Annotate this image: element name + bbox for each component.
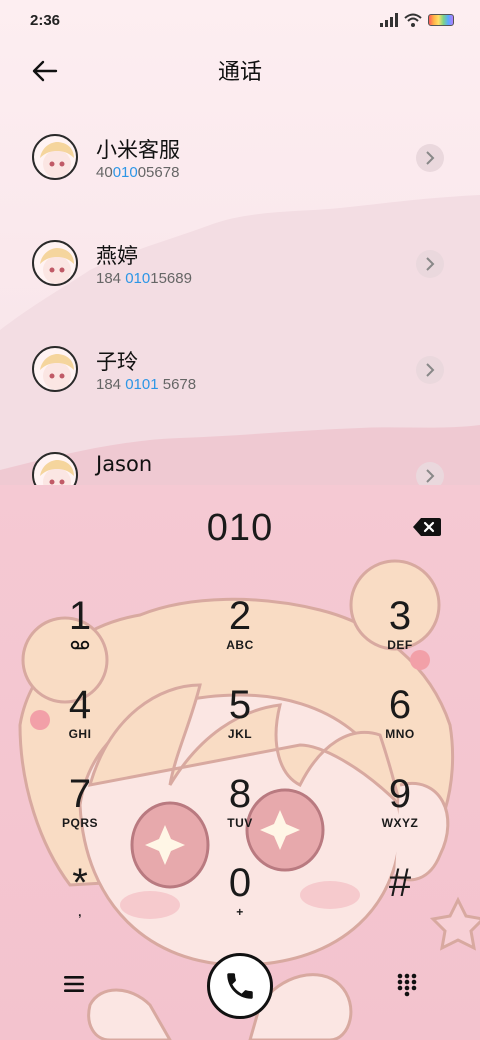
hamburger-menu-icon	[64, 976, 84, 992]
avatar	[32, 240, 78, 286]
dialed-number: 010	[206, 506, 274, 549]
dial-key-4[interactable]: 4 GHI	[20, 683, 140, 763]
contact-row[interactable]: 燕婷 184 01015689	[0, 210, 480, 316]
key-letters: WXYZ	[381, 816, 419, 830]
contact-detail-button[interactable]	[416, 462, 444, 485]
signal-icon	[380, 13, 398, 27]
contact-number: 184 01015689	[96, 270, 192, 287]
dial-key-2[interactable]: 2 ABC	[180, 594, 300, 674]
key-digit: 3	[388, 594, 412, 638]
key-letters: ABC	[226, 638, 254, 652]
contact-number: 184 0101 5678	[96, 376, 197, 393]
contact-row[interactable]: 子玲 184 0101 5678	[0, 316, 480, 422]
contact-detail-button[interactable]	[416, 250, 444, 278]
key-digit: 0	[228, 861, 252, 905]
dial-key-star[interactable]: * ,	[20, 861, 140, 941]
key-digit: 1	[68, 594, 92, 638]
key-letters: PQRS	[61, 816, 98, 830]
voicemail-icon	[70, 640, 90, 650]
dial-key-1[interactable]: 1	[20, 594, 140, 674]
key-digit: #	[388, 861, 412, 905]
key-letters: JKL	[227, 727, 253, 741]
avatar	[32, 134, 78, 180]
avatar	[32, 452, 78, 485]
page-header: 通话	[0, 44, 480, 96]
key-letters: +	[236, 905, 244, 919]
contact-name: 燕婷	[96, 244, 138, 268]
backspace-icon	[413, 518, 441, 536]
key-digit: 7	[68, 772, 92, 816]
contact-name: 小米客服	[96, 138, 180, 162]
key-digit: *	[72, 861, 88, 905]
dial-key-8[interactable]: 8 TUV	[180, 772, 300, 852]
status-time: 2:36	[30, 11, 61, 29]
dial-key-9[interactable]: 9 WXYZ	[340, 772, 460, 852]
avatar	[32, 346, 78, 392]
menu-button[interactable]	[62, 974, 86, 994]
key-digit: 8	[228, 772, 252, 816]
key-digit: 6	[388, 683, 412, 727]
backspace-button[interactable]	[412, 516, 442, 538]
dial-key-hash[interactable]: #	[340, 861, 460, 941]
wifi-icon	[404, 13, 422, 27]
contact-suggestion-list: 小米客服 4001005678 燕婷 184 01015689 子玲 184 0…	[0, 104, 480, 485]
dial-key-0[interactable]: 0 +	[180, 861, 300, 941]
contact-name: 子玲	[96, 350, 138, 374]
contact-number: 4001005678	[96, 164, 180, 181]
chevron-right-icon	[426, 257, 435, 271]
contact-detail-button[interactable]	[416, 144, 444, 172]
contact-row[interactable]: Jason	[0, 422, 480, 485]
back-button[interactable]	[28, 54, 62, 88]
chevron-right-icon	[426, 151, 435, 165]
key-letters: TUV	[227, 816, 253, 830]
battery-icon	[428, 14, 454, 26]
key-letters: ,	[78, 905, 82, 919]
dial-key-6[interactable]: 6 MNO	[340, 683, 460, 763]
chevron-right-icon	[426, 469, 435, 483]
dial-key-5[interactable]: 5 JKL	[180, 683, 300, 763]
status-icons	[380, 13, 454, 27]
key-letters: MNO	[385, 727, 415, 741]
dial-number-display: 010	[0, 500, 480, 556]
call-button[interactable]	[207, 953, 273, 1019]
phone-icon	[227, 973, 253, 999]
arrow-left-icon	[32, 60, 58, 82]
chevron-right-icon	[426, 363, 435, 377]
contact-row[interactable]: 小米客服 4001005678	[0, 104, 480, 210]
key-letters: GHI	[68, 727, 92, 741]
dial-key-7[interactable]: 7 PQRS	[20, 772, 140, 852]
key-digit: 4	[68, 683, 92, 727]
key-digit: 5	[228, 683, 252, 727]
status-bar: 2:36	[0, 0, 480, 40]
key-digit: 9	[388, 772, 412, 816]
dial-key-3[interactable]: 3 DEF	[340, 594, 460, 674]
contact-detail-button[interactable]	[416, 356, 444, 384]
key-digit: 2	[228, 594, 252, 638]
dialpad-toggle-button[interactable]	[395, 972, 419, 998]
dialpad-icon	[397, 973, 417, 997]
key-letters: DEF	[387, 638, 413, 652]
page-title: 通话	[217, 60, 262, 85]
contact-name: Jason	[96, 452, 153, 476]
